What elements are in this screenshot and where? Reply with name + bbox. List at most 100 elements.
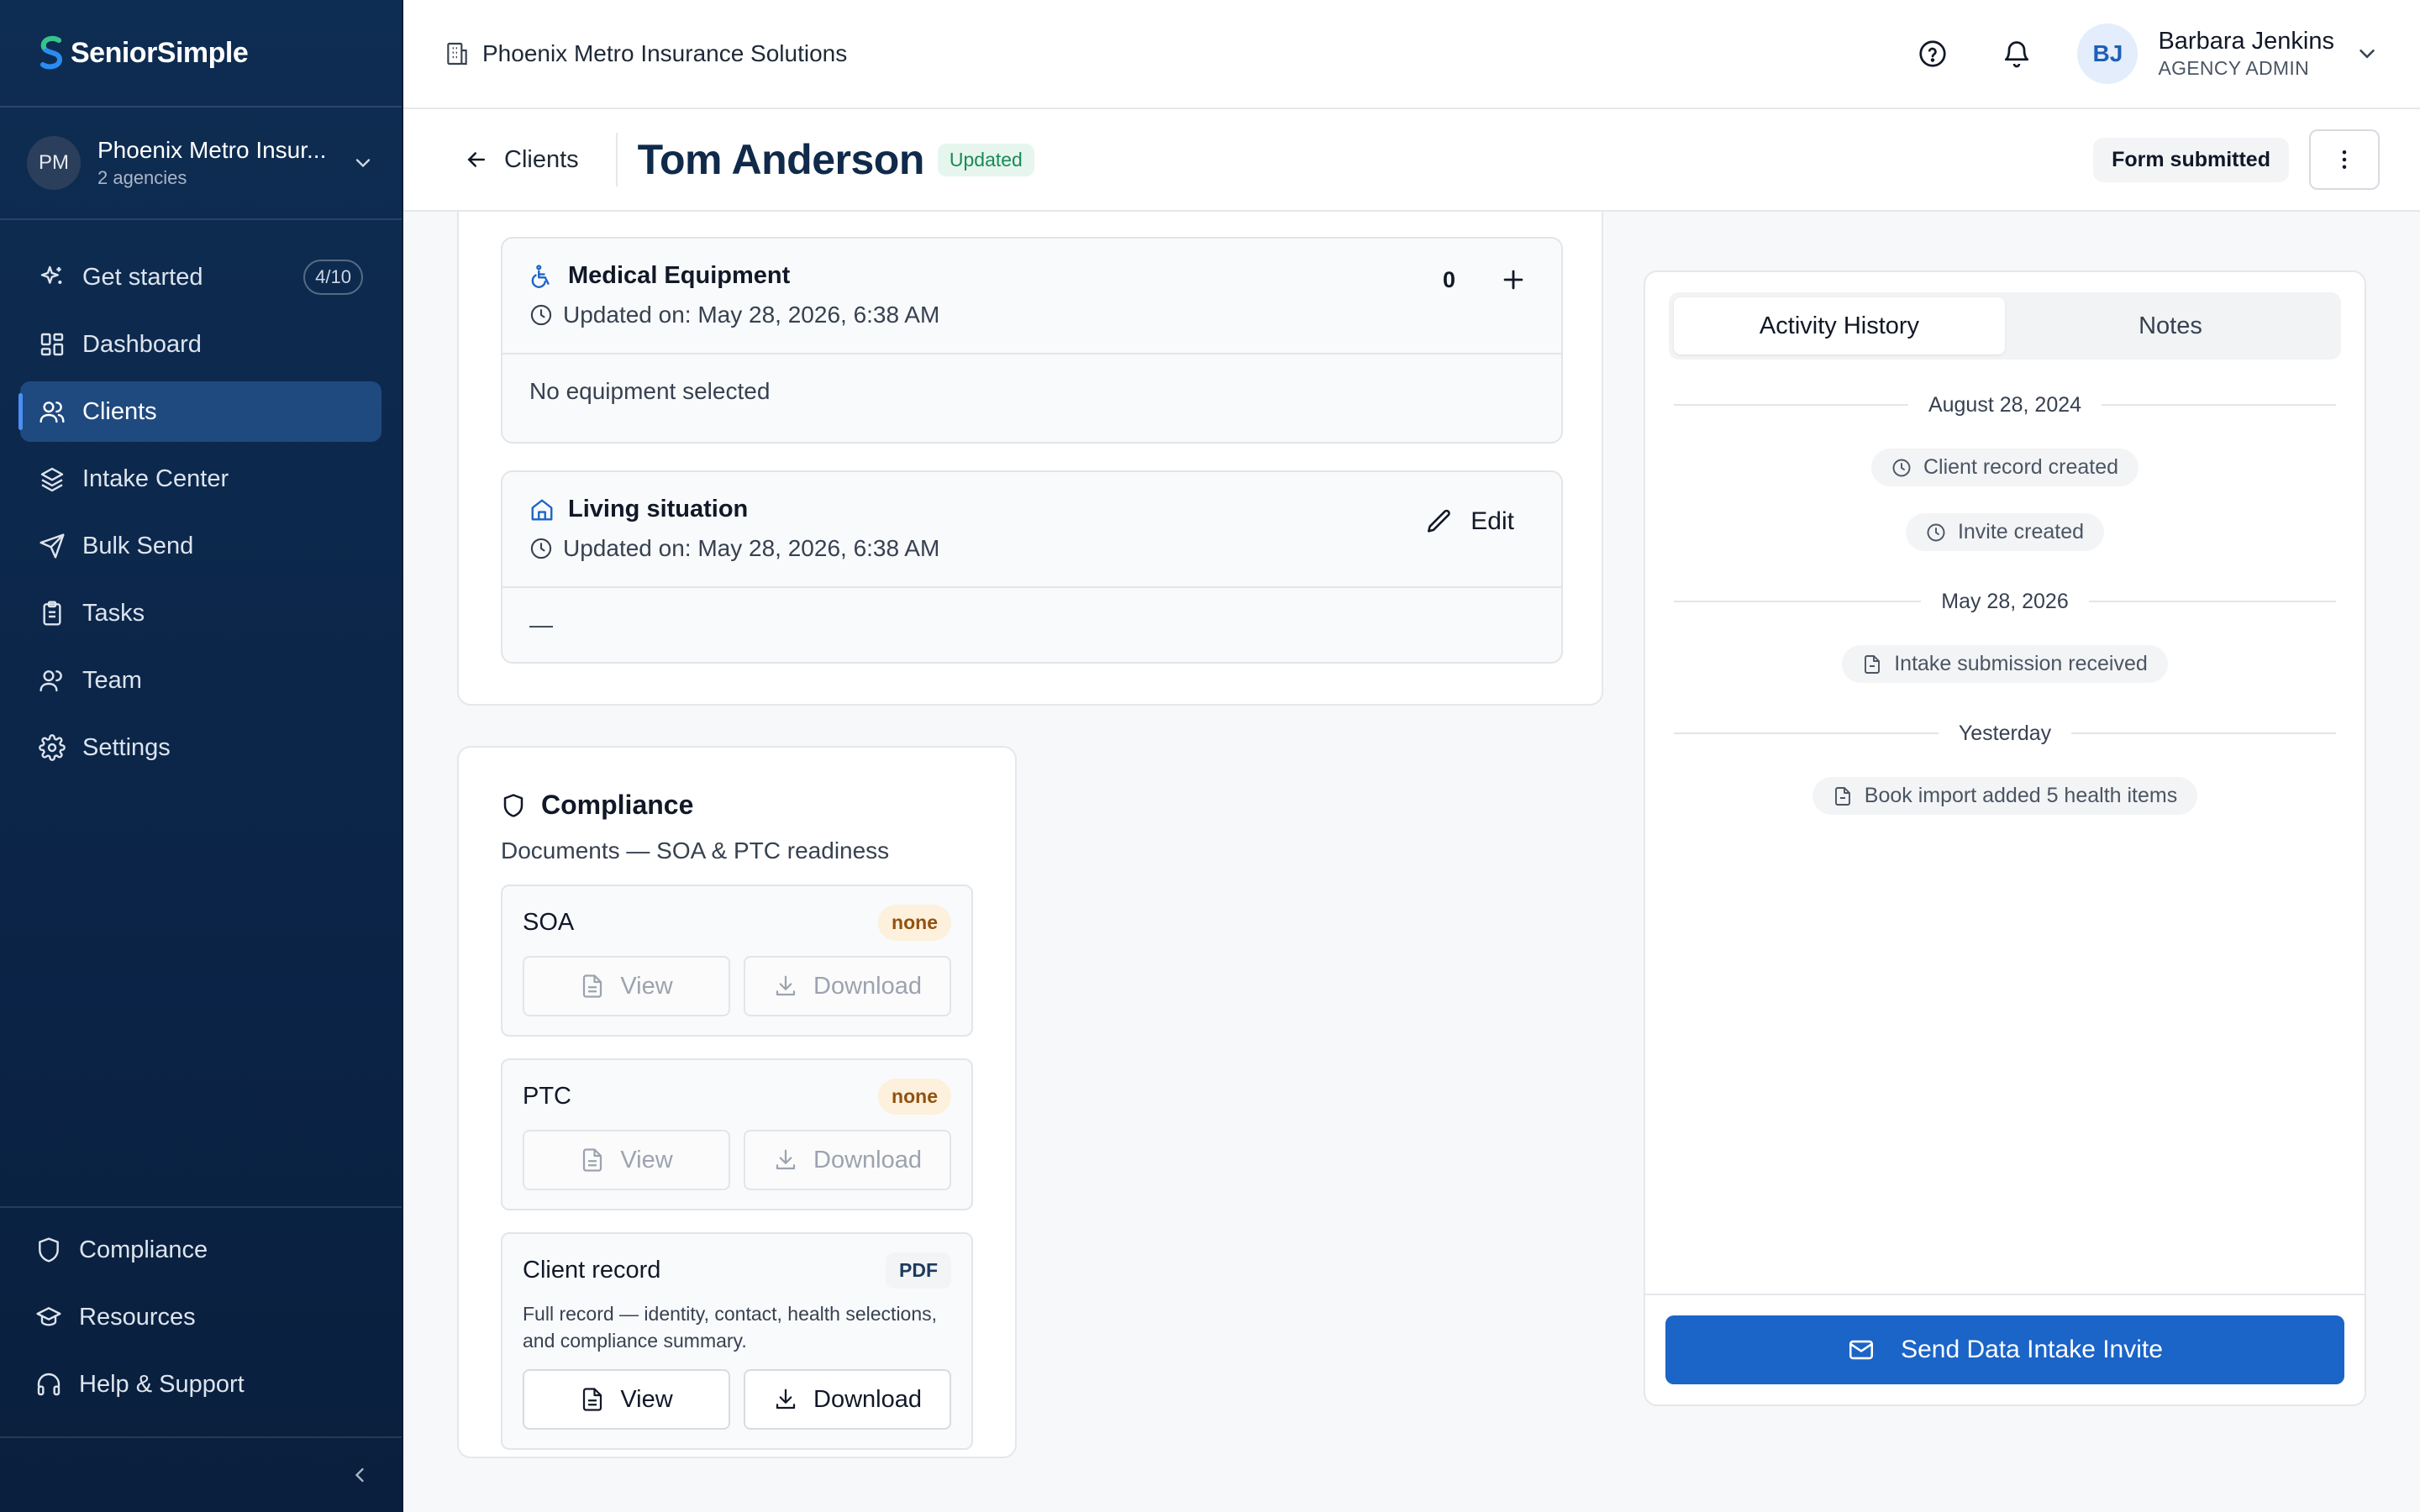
health-card: Medical Equipment Updated on: May 28, 20… xyxy=(457,212,1603,706)
download-soa-button[interactable]: Download xyxy=(744,956,951,1016)
nav-item-help-support[interactable]: Help & Support xyxy=(17,1354,385,1415)
sidebar: SeniorSimple PM Phoenix Metro Insur... 2… xyxy=(0,0,403,1512)
shield-icon xyxy=(39,1237,59,1263)
current-organization: Phoenix Metro Insurance Solutions xyxy=(444,40,847,67)
clock-icon xyxy=(530,304,552,326)
help-button[interactable] xyxy=(1909,30,1956,77)
org-switcher[interactable]: PM Phoenix Metro Insur... 2 agencies xyxy=(0,108,402,220)
nav-item-team[interactable]: Team xyxy=(20,650,381,711)
nav-label: Compliance xyxy=(79,1236,208,1263)
activity-panel: Activity History Notes August 28, 2024 C… xyxy=(1644,270,2366,1406)
graduation-cap-icon xyxy=(36,1307,61,1326)
add-equipment-button[interactable] xyxy=(1499,265,1528,294)
building-icon xyxy=(447,42,467,66)
living-situation-value: — xyxy=(529,612,553,638)
gear-icon xyxy=(39,734,66,761)
nav-item-get-started[interactable]: Get started 4/10 xyxy=(20,247,381,307)
edit-living-situation-button[interactable]: Edit xyxy=(1425,507,1514,536)
nav-label: Get started xyxy=(82,263,203,291)
nav-item-dashboard[interactable]: Dashboard xyxy=(20,314,381,375)
document-name: SOA xyxy=(523,909,575,936)
nav-item-intake-center[interactable]: Intake Center xyxy=(20,449,381,509)
activity-timeline: August 28, 2024 Client record created In… xyxy=(1674,381,2336,842)
brand[interactable]: SeniorSimple xyxy=(0,0,402,108)
send-data-intake-invite-button[interactable]: Send Data Intake Invite xyxy=(1665,1315,2344,1384)
grid-icon xyxy=(40,333,64,356)
event-text: Book import added 5 health items xyxy=(1864,784,2178,807)
brand-name: SeniorSimple xyxy=(71,36,249,69)
download-icon xyxy=(776,975,796,996)
nav-item-resources[interactable]: Resources xyxy=(17,1287,385,1347)
download-icon xyxy=(776,1389,796,1410)
nav-label: Bulk Send xyxy=(82,532,194,559)
page-title: Tom Anderson xyxy=(637,136,925,183)
nav-item-compliance[interactable]: Compliance xyxy=(17,1220,385,1280)
compliance-subtitle: Documents — SOA & PTC readiness xyxy=(501,837,890,864)
view-client-record-button[interactable]: View xyxy=(523,1369,730,1430)
status-badge: none xyxy=(878,905,951,941)
panel-tabs: Activity History Notes xyxy=(1669,292,2341,360)
nav-item-clients[interactable]: Clients xyxy=(18,381,381,442)
download-label: Download xyxy=(813,1385,922,1413)
send-button-label: Send Data Intake Invite xyxy=(1901,1336,2163,1363)
back-to-clients-link[interactable]: Clients xyxy=(444,133,599,186)
plus-icon xyxy=(1503,270,1523,290)
organization-name: Phoenix Metro Insurance Solutions xyxy=(482,40,848,66)
bell-icon xyxy=(2005,41,2029,68)
document-icon xyxy=(583,1148,602,1172)
pencil-icon xyxy=(1428,509,1451,533)
nav-label: Help & Support xyxy=(79,1370,245,1398)
download-ptc-button[interactable]: Download xyxy=(744,1130,951,1190)
compliance-title: Compliance xyxy=(541,790,694,820)
equipment-count: 0 xyxy=(1442,267,1455,292)
help-circle-icon xyxy=(1919,40,1947,67)
clipboard-icon xyxy=(43,601,61,626)
nav-label: Settings xyxy=(82,733,171,761)
tab-activity-history[interactable]: Activity History xyxy=(1674,297,2005,354)
avatar: BJ xyxy=(2077,24,2139,84)
user-menu[interactable]: BJ Barbara Jenkins AGENCY ADMIN xyxy=(2077,24,2380,84)
collapse-sidebar-icon[interactable] xyxy=(348,1463,371,1487)
document-soa: SOA none View Download xyxy=(501,885,973,1037)
nav-label: Clients xyxy=(82,397,157,425)
view-label: View xyxy=(620,1146,673,1173)
nav-label: Tasks xyxy=(82,599,145,627)
send-icon xyxy=(39,533,65,559)
view-label: View xyxy=(620,972,673,1000)
document-name: PTC xyxy=(523,1083,571,1110)
equipment-empty-state: No equipment selected xyxy=(529,378,771,404)
updated-timestamp: Updated on: May 28, 2026, 6:38 AM xyxy=(563,535,940,561)
download-label: Download xyxy=(813,972,922,1000)
clock-icon xyxy=(530,538,552,559)
view-soa-button[interactable]: View xyxy=(523,956,730,1016)
tab-notes[interactable]: Notes xyxy=(2005,297,2336,354)
users-icon xyxy=(39,402,65,423)
document-client-record: Client record PDF Full record — identity… xyxy=(501,1232,973,1450)
back-label: Clients xyxy=(504,145,579,173)
chevron-down-icon xyxy=(355,159,371,168)
form-status-badge: Form submitted xyxy=(2093,137,2289,182)
compliance-card: Compliance Documents — SOA & PTC readine… xyxy=(457,746,1017,1458)
nav-item-settings[interactable]: Settings xyxy=(20,717,381,778)
download-icon xyxy=(776,1149,796,1170)
progress-badge: 4/10 xyxy=(303,260,363,295)
view-label: View xyxy=(620,1385,673,1413)
updated-timestamp: Updated on: May 28, 2026, 6:38 AM xyxy=(563,302,940,328)
activity-event: Client record created xyxy=(1674,449,2336,486)
clock-icon xyxy=(1927,523,1945,541)
headset-icon xyxy=(37,1373,60,1396)
sidebar-footer-nav: Compliance Resources Help & Support xyxy=(0,1206,402,1433)
view-ptc-button[interactable]: View xyxy=(523,1130,730,1190)
brand-logo-icon xyxy=(40,35,62,70)
mail-icon xyxy=(1849,1340,1874,1360)
download-client-record-button[interactable]: Download xyxy=(744,1369,951,1430)
more-vertical-icon xyxy=(2342,150,2347,169)
nav-label: Dashboard xyxy=(82,330,202,358)
client-header: Clients Tom Anderson Updated Form submit… xyxy=(403,109,2420,212)
nav-item-tasks[interactable]: Tasks xyxy=(20,583,381,643)
notifications-button[interactable] xyxy=(1993,30,2040,77)
team-icon xyxy=(39,670,62,692)
sidebar-collapse-bar xyxy=(0,1436,402,1512)
nav-item-bulk-send[interactable]: Bulk Send xyxy=(20,516,381,576)
more-actions-button[interactable] xyxy=(2309,129,2380,190)
